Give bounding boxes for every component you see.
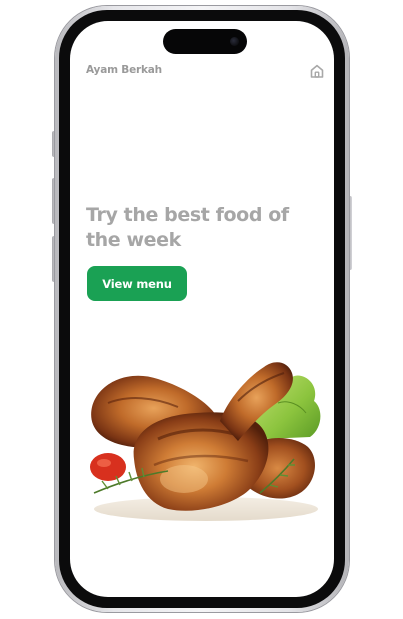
- device-stage: Ayam Berkah Try the best food of the wee…: [0, 0, 403, 619]
- dynamic-island: [163, 29, 247, 54]
- app-screen: Ayam Berkah Try the best food of the wee…: [70, 21, 334, 597]
- home-icon[interactable]: [309, 63, 325, 79]
- chicken-drumsticks-image: [90, 362, 321, 521]
- phone-bezel: Ayam Berkah Try the best food of the wee…: [59, 10, 345, 608]
- brand-logo-text[interactable]: Ayam Berkah: [86, 64, 162, 76]
- phone-frame: Ayam Berkah Try the best food of the wee…: [55, 6, 349, 612]
- home-indicator: [162, 581, 242, 584]
- camera-icon: [230, 37, 239, 46]
- view-menu-button[interactable]: View menu: [87, 266, 187, 301]
- hero-headline: Try the best food of the week: [86, 204, 289, 251]
